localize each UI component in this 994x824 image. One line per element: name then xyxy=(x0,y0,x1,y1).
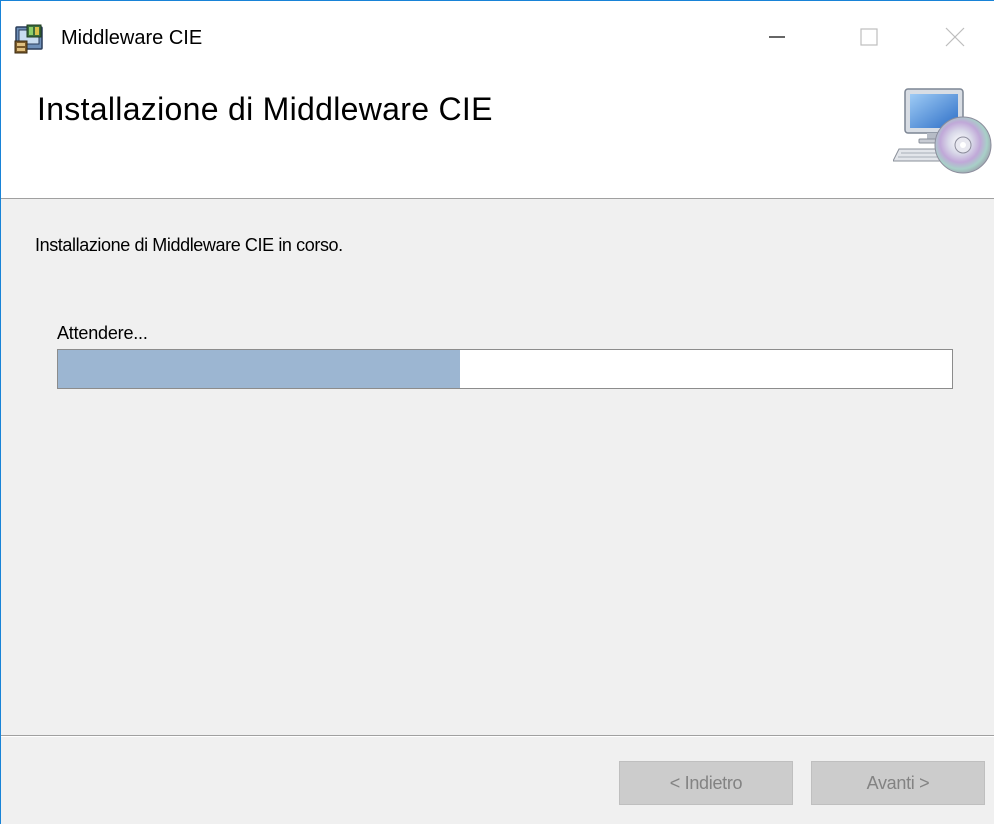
minimize-icon xyxy=(769,36,785,38)
installer-app-icon xyxy=(14,24,43,54)
computer-disc-icon xyxy=(893,88,992,174)
minimize-button[interactable] xyxy=(731,1,823,73)
status-text: Installazione di Middleware CIE in corso… xyxy=(35,235,343,255)
close-button[interactable] xyxy=(915,1,994,73)
header-banner: Installazione di Middleware CIE xyxy=(1,77,994,199)
back-button[interactable]: < Indietro xyxy=(619,761,793,805)
maximize-icon xyxy=(860,28,878,46)
window-title: Middleware CIE xyxy=(61,27,203,49)
header-title: Installazione di Middleware CIE xyxy=(37,91,493,127)
progress-fill xyxy=(58,350,461,388)
close-icon xyxy=(945,27,964,47)
title-bar[interactable]: Middleware CIE xyxy=(1,1,994,77)
next-button[interactable]: Avanti > xyxy=(811,761,985,805)
footer-divider-highlight xyxy=(1,736,994,737)
progress-label: Attendere... xyxy=(57,323,148,343)
installer-window: Middleware CIE Installazione di Middlewa… xyxy=(0,0,994,824)
progress-bar xyxy=(57,349,953,389)
maximize-button[interactable] xyxy=(823,1,915,73)
